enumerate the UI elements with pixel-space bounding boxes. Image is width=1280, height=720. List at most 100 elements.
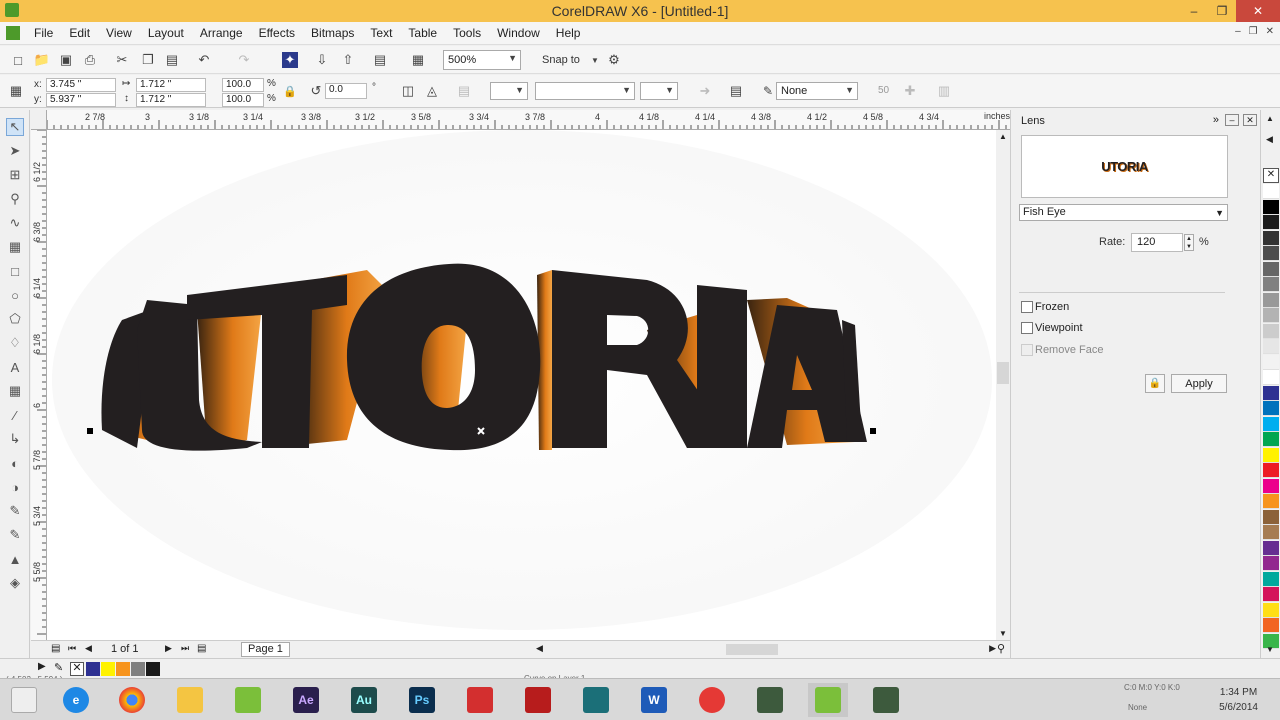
full-screen-icon[interactable]: ▦ [410, 52, 426, 68]
palette-swatch[interactable] [1263, 587, 1279, 602]
scroll-down-icon[interactable]: ▼ [999, 629, 1007, 638]
scale-y-field[interactable]: 100.0 [222, 93, 264, 107]
doc-swatch-4[interactable] [131, 662, 145, 676]
taskbar-photoshop[interactable]: Ps [402, 683, 442, 717]
frozen-checkbox[interactable] [1021, 301, 1033, 313]
dimension-tool-icon[interactable]: ∕ [6, 406, 24, 424]
start-button[interactable] [4, 683, 44, 717]
search-content-icon[interactable]: ✦ [282, 52, 298, 68]
vertical-ruler[interactable]: 6 1/2 6 3/8 6 1/4 6 1/8 6 5 7/8 5 3/4 5 … [31, 130, 47, 640]
save-icon[interactable]: ▣ [58, 52, 74, 68]
horizontal-scrollbar[interactable]: ◀ ▶ [536, 643, 996, 656]
palette-swatch[interactable] [1263, 215, 1279, 230]
doc-swatch-5[interactable] [146, 662, 160, 676]
no-color-swatch[interactable]: ✕ [70, 662, 84, 676]
undo-icon[interactable]: ↶ [196, 52, 212, 68]
menu-layout[interactable]: Layout [140, 26, 192, 40]
outline-color-select[interactable]: ▼ [640, 82, 678, 100]
export-icon[interactable]: ⇧ [340, 52, 356, 68]
blend-tool-icon[interactable]: ◐ [6, 454, 24, 472]
scroll-left-icon[interactable]: ◀ [536, 643, 543, 654]
zoom-tool-icon[interactable]: ⚲ [6, 190, 24, 208]
menu-text[interactable]: Text [362, 26, 400, 40]
palette-swatch[interactable] [1263, 571, 1279, 587]
wrap-text-icon[interactable]: ▤ [456, 83, 472, 99]
taskbar-after-effects[interactable]: Ae [286, 683, 326, 717]
taskbar-file-explorer[interactable] [170, 683, 210, 717]
horizontal-scroll-thumb[interactable] [726, 644, 778, 655]
snap-to-dropdown-icon[interactable]: ▼ [587, 52, 603, 68]
palette-scroll-down-icon[interactable]: ▼ [1266, 645, 1274, 654]
rectangle-tool-icon[interactable]: □ [6, 262, 24, 280]
menu-table[interactable]: Table [400, 26, 445, 40]
scroll-up-icon[interactable]: ▲ [999, 132, 1007, 141]
import-icon[interactable]: ⇩ [314, 52, 330, 68]
fill-tool-icon[interactable]: ▲ [6, 550, 24, 568]
rotation-field[interactable]: 0.0 [325, 83, 367, 99]
palette-swatch[interactable] [1263, 447, 1279, 463]
scroll-right-icon[interactable]: ▶ [989, 643, 996, 654]
taskbar-app-green-1[interactable] [750, 683, 790, 717]
open-folder-icon[interactable]: 📁 [34, 52, 50, 68]
menu-tools[interactable]: Tools [445, 26, 489, 40]
taskbar-word[interactable]: W [634, 683, 674, 717]
publish-pdf-icon[interactable]: ▤ [372, 52, 388, 68]
palette-scroll-up-icon[interactable]: ▲ [1266, 114, 1274, 123]
menu-window[interactable]: Window [489, 26, 548, 40]
polygon-tool-icon[interactable]: ⬠ [6, 310, 24, 328]
taskbar-internet-explorer[interactable]: e [56, 683, 96, 717]
horizontal-ruler[interactable]: 2 7/8 3 3 1/8 3 1/4 3 3/8 3 1/2 3 5/8 3 … [47, 110, 1010, 130]
artwork[interactable] [47, 130, 996, 640]
palette-swatch[interactable] [1263, 230, 1279, 246]
fill-color-select[interactable]: ▼ [490, 82, 528, 100]
scale-x-field[interactable]: 100.0 [222, 78, 264, 92]
palette-swatch[interactable] [1263, 525, 1279, 540]
doc-close-button[interactable]: ✕ [1266, 26, 1274, 37]
system-clock[interactable]: 1:34 PM 5/6/2014 [1219, 685, 1258, 715]
palette-swatch[interactable] [1263, 416, 1279, 432]
apply-button[interactable]: Apply [1171, 374, 1227, 393]
print-icon[interactable]: ⎙ [82, 52, 98, 68]
object-origin-icon[interactable]: ▦ [8, 83, 24, 99]
arrow-icon[interactable]: ➜ [697, 83, 713, 99]
add-page-icon[interactable]: ▤ [197, 643, 206, 654]
document-icon[interactable] [6, 26, 20, 40]
y-position-field[interactable]: 5.937 " [46, 93, 116, 107]
palette-swatch[interactable] [1263, 339, 1279, 354]
minimize-button[interactable]: – [1180, 0, 1208, 22]
snap-to-label[interactable]: Snap to [542, 54, 580, 66]
crop-tool-icon[interactable]: ⊞ [6, 166, 24, 184]
menu-edit[interactable]: Edit [61, 26, 98, 40]
palette-swatch[interactable] [1263, 618, 1279, 633]
palette-arrow-icon[interactable]: ▶ [38, 661, 46, 672]
pick-tool-icon[interactable]: ↖ [6, 118, 24, 136]
transparency-tool-icon[interactable]: ◑ [6, 478, 24, 496]
vertical-scroll-thumb[interactable] [997, 362, 1009, 384]
previous-page-icon[interactable]: ◀ [85, 643, 92, 654]
vertical-scrollbar[interactable]: ▲ ▼ [996, 130, 1010, 640]
smart-fill-tool-icon[interactable]: ▦ [6, 238, 24, 256]
coreldraw-app-icon[interactable] [5, 3, 19, 17]
palette-swatch[interactable] [1263, 246, 1279, 261]
viewpoint-checkbox[interactable] [1021, 322, 1033, 334]
taskbar-coreldraw-active[interactable] [808, 683, 848, 717]
palette-swatch[interactable] [1263, 199, 1279, 215]
eyedropper-tool-icon[interactable]: ✎ [6, 502, 24, 520]
taskbar-acrobat[interactable] [518, 683, 558, 717]
connector-tool-icon[interactable]: ↳ [6, 430, 24, 448]
pattern-select[interactable]: ▼ [535, 82, 635, 100]
palette-swatch[interactable] [1263, 478, 1279, 494]
table-tool-icon[interactable]: ▦ [6, 382, 24, 400]
ellipse-tool-icon[interactable]: ○ [6, 286, 24, 304]
lens-effect-select[interactable]: Fish Eye ▼ [1019, 204, 1228, 221]
doc-minimize-button[interactable]: – [1235, 26, 1241, 37]
menu-bitmaps[interactable]: Bitmaps [303, 26, 362, 40]
rate-stepper[interactable]: ▲ ▼ [1184, 234, 1194, 251]
zoom-level-select[interactable]: 500% ▼ [443, 50, 521, 70]
taskbar-audition[interactable]: Au [344, 683, 384, 717]
palette-swatch[interactable] [1263, 401, 1279, 416]
palette-swatch[interactable] [1263, 432, 1279, 447]
palette-swatch[interactable] [1263, 308, 1279, 323]
palette-swatch[interactable] [1263, 184, 1279, 199]
doc-swatch-1[interactable] [86, 662, 100, 676]
